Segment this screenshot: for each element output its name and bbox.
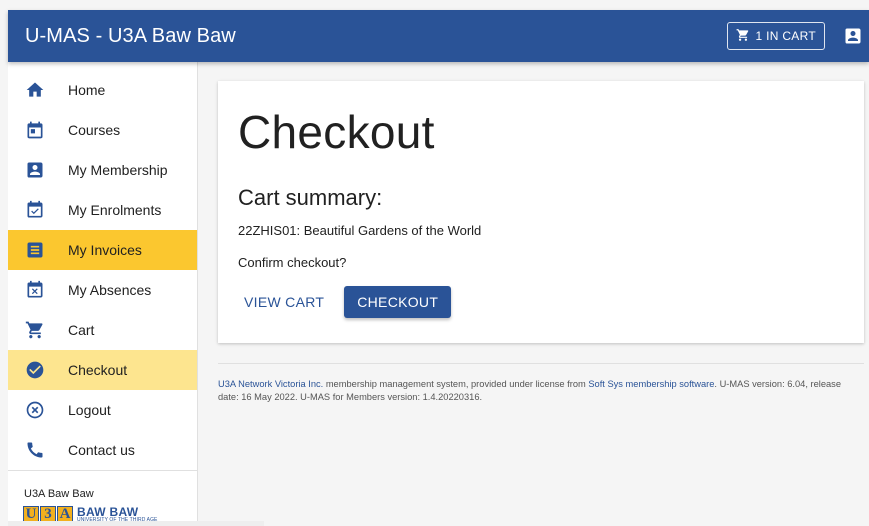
phone-icon bbox=[8, 440, 60, 460]
sidebar-item-my-enrolments[interactable]: My Enrolments bbox=[8, 190, 197, 230]
sidebar-item-checkout[interactable]: Checkout bbox=[8, 350, 197, 390]
sidebar-item-contact-us[interactable]: Contact us bbox=[8, 430, 197, 470]
sidebar-item-label: My Absences bbox=[68, 282, 152, 298]
bottom-scroll-strip bbox=[8, 521, 264, 526]
event-busy-icon bbox=[8, 280, 60, 300]
checkout-button[interactable]: CHECKOUT bbox=[344, 286, 452, 318]
sidebar-item-my-membership[interactable]: My Membership bbox=[8, 150, 197, 190]
event-check-icon bbox=[8, 200, 60, 220]
sidebar-item-my-invoices[interactable]: My Invoices bbox=[8, 230, 197, 270]
soft-sys-link[interactable]: Soft Sys membership software bbox=[588, 379, 714, 389]
sidebar-item-label: Courses bbox=[68, 122, 121, 138]
sidebar-item-label: Checkout bbox=[68, 362, 128, 378]
sidebar: Home Courses My Membership My Enrolments… bbox=[8, 62, 198, 526]
app-root: U-MAS - U3A Baw Baw 1 IN CART Home Cours… bbox=[0, 0, 869, 526]
app-bar-actions: 1 IN CART bbox=[726, 22, 864, 50]
sidebar-item-label: My Invoices bbox=[68, 242, 142, 258]
home-icon bbox=[8, 80, 60, 100]
receipt-list-icon bbox=[8, 240, 60, 260]
u3a-network-link[interactable]: U3A Network Victoria Inc. bbox=[218, 379, 323, 389]
calendar-icon bbox=[8, 120, 60, 140]
app-title: U-MAS - U3A Baw Baw bbox=[25, 24, 236, 47]
u3a-logo: U 3 A BAW BAW UNIVERSITY OF THE THIRD AG… bbox=[8, 500, 197, 523]
sidebar-item-label: Home bbox=[68, 82, 106, 98]
footer-text-1: membership management system, provided u… bbox=[323, 379, 589, 389]
cart-icon bbox=[8, 320, 60, 340]
footer-divider bbox=[218, 363, 864, 364]
cart-item: 22ZHIS01: Beautiful Gardens of the World bbox=[238, 223, 482, 238]
cancel-circle-icon bbox=[8, 400, 60, 420]
sidebar-item-label: Contact us bbox=[68, 442, 135, 458]
account-box-icon[interactable] bbox=[843, 26, 863, 46]
sidebar-item-label: My Enrolments bbox=[68, 202, 162, 218]
cart-button[interactable]: 1 IN CART bbox=[726, 22, 825, 50]
sidebar-item-label: My Membership bbox=[68, 162, 168, 178]
footer: U3A Network Victoria Inc. membership man… bbox=[218, 378, 864, 405]
account-box-icon bbox=[8, 160, 60, 180]
checkout-actions: VIEW CART CHECKOUT bbox=[238, 286, 844, 318]
sidebar-item-logout[interactable]: Logout bbox=[8, 390, 197, 430]
view-cart-button[interactable]: VIEW CART bbox=[238, 286, 330, 318]
cart-count-label: 1 IN CART bbox=[755, 29, 816, 43]
sidebar-item-label: Logout bbox=[68, 402, 111, 418]
sidebar-item-my-absences[interactable]: My Absences bbox=[8, 270, 197, 310]
cart-icon bbox=[736, 28, 750, 45]
cart-summary-heading: Cart summary: bbox=[238, 185, 383, 210]
page-title: Checkout bbox=[238, 106, 435, 158]
sidebar-item-home[interactable]: Home bbox=[8, 70, 197, 110]
checkout-card: Checkout Cart summary: 22ZHIS01: Beautif… bbox=[218, 81, 864, 343]
app-bar: U-MAS - U3A Baw Baw 1 IN CART bbox=[8, 10, 869, 62]
sidebar-item-label: Cart bbox=[68, 322, 95, 338]
organisation-name: U3A Baw Baw bbox=[24, 488, 94, 500]
sidebar-item-cart[interactable]: Cart bbox=[8, 310, 197, 350]
confirm-text: Confirm checkout? bbox=[238, 255, 347, 270]
check-circle-icon bbox=[8, 360, 60, 380]
sidebar-item-courses[interactable]: Courses bbox=[8, 110, 197, 150]
